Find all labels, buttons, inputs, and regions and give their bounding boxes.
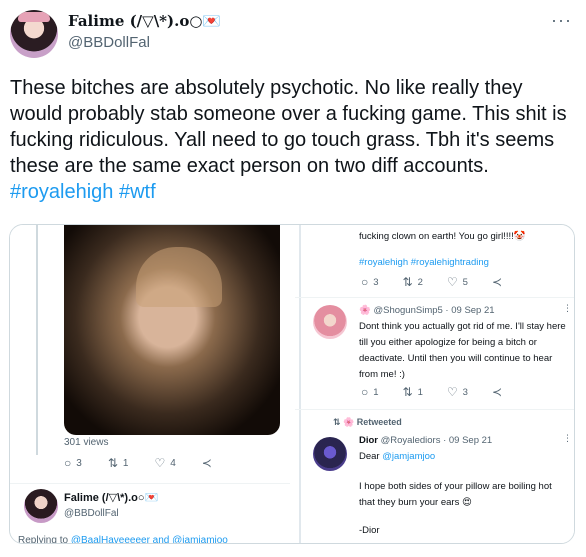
reply2-signature: -Dior	[359, 525, 380, 536]
reply2-meta: @Royalediors · 09 Sep 21	[378, 435, 493, 446]
retweet-icon: ⇅	[402, 385, 413, 399]
share-stat: ≺	[492, 385, 507, 399]
more-options-icon: ⋮	[563, 433, 572, 443]
reply-icon: ○	[361, 385, 369, 399]
reply2-dear: Dear @jamjamjoo	[359, 449, 435, 465]
retweet-icon: ⇅	[107, 456, 118, 470]
tweet-text: These bitches are absolutely psychotic. …	[10, 77, 567, 177]
like-stat: ♡ 4	[154, 456, 175, 470]
hashtag-royalehigh[interactable]: #royalehigh	[10, 181, 113, 203]
replying-to: Replying to @BaalHaveeeeer and @jamjamjo…	[18, 535, 228, 544]
reply-handle: @BBDollFal	[64, 508, 119, 519]
reply1-text: Dont think you actually got rid of me. I…	[359, 321, 566, 380]
more-options-icon[interactable]: ···	[551, 10, 572, 31]
retweet-stat: ⇅ 2	[403, 275, 423, 289]
like-stat: ♡ 3	[447, 385, 468, 399]
author-handle[interactable]: @BBDollFal	[68, 34, 150, 51]
thread-line	[36, 225, 38, 455]
more-options-icon: ⋮	[563, 303, 572, 313]
retweet-icon: ⇅	[402, 275, 413, 289]
reply-icon: ○	[361, 275, 369, 289]
left-stats: ○ 3 ⇅ 1 ♡ 4 ≺	[64, 455, 243, 471]
retweet-count: 1	[122, 457, 129, 469]
reply2-name-line: Dior @Royalediors · 09 Sep 21	[359, 435, 492, 446]
heart-icon: ♡	[446, 385, 458, 399]
heart-icon: ♡	[446, 275, 458, 289]
like-stat: ♡ 5	[447, 275, 468, 289]
left-screenshot: 301 views ○ 3 ⇅ 1 ♡ 4 ≺ Falime (/▽\*).o○💌 @…	[10, 225, 290, 544]
like-count: 4	[170, 457, 176, 469]
reply-count: 1	[373, 386, 379, 398]
reply2-body: I hope both sides of your pillow are boi…	[359, 481, 552, 508]
video-thumbnail	[64, 225, 280, 435]
right-screenshot: fucking clown on earth! You go girl!!!!🤡…	[293, 225, 574, 543]
top-tweet-tags: #royalehigh #royalehightrading	[359, 257, 489, 268]
reply1-name: 🌸 @ShogunSimp5 · 09 Sep 21	[359, 305, 495, 316]
divider	[295, 297, 574, 298]
top-tweet-text: fucking clown on earth! You go girl!!!!🤡	[359, 231, 526, 242]
thread-line-right	[299, 225, 301, 543]
reply-stat: ○ 1	[361, 385, 379, 399]
share-icon: ≺	[201, 456, 212, 470]
like-count: 5	[462, 276, 468, 288]
tweet-body: These bitches are absolutely psychotic. …	[10, 75, 576, 205]
reply-stat: ○ 3	[64, 456, 82, 470]
reply-count: 3	[76, 457, 82, 469]
retweet-count: 2	[417, 276, 423, 288]
reply-icon: ○	[64, 456, 72, 470]
reply2-avatar	[313, 437, 347, 471]
reply-avatar	[24, 489, 58, 523]
retweet-icon: ⇅	[333, 417, 344, 427]
retweet-stat: ⇅ 1	[403, 385, 423, 399]
author-display-name[interactable]: Falime (/▽\*).o○💌	[68, 12, 221, 30]
like-count: 3	[462, 386, 468, 398]
share-stat: ≺	[202, 456, 217, 470]
share-icon: ≺	[491, 275, 503, 289]
reply2-name: Dior	[359, 435, 378, 446]
reply1-avatar	[313, 305, 347, 339]
attached-image[interactable]: 301 views ○ 3 ⇅ 1 ♡ 4 ≺ Falime (/▽\*).o○💌 @…	[9, 224, 575, 544]
view-count: 301 views	[64, 437, 109, 448]
dear-text: Dear	[359, 451, 383, 462]
retweeted-text: 🌸 Retweeted	[343, 417, 402, 427]
hashtag-wtf[interactable]: #wtf	[119, 181, 156, 203]
reply-stat: ○ 3	[361, 275, 379, 289]
heart-icon: ♡	[154, 456, 166, 470]
author-avatar[interactable]	[10, 10, 58, 58]
share-stat: ≺	[492, 275, 507, 289]
top-tweet-stats: ○ 3 ⇅ 2 ♡ 5 ≺	[361, 275, 531, 289]
divider	[295, 409, 574, 410]
reply1-stats: ○ 1 ⇅ 1 ♡ 3 ≺	[361, 385, 531, 399]
retweet-count: 1	[417, 386, 423, 398]
retweeted-label: ⇅ 🌸 Retweeted	[333, 417, 402, 428]
dear-handle: @jamjamjoo	[382, 451, 436, 462]
retweet-stat: ⇅ 1	[108, 456, 129, 470]
tweet-header: Falime (/▽\*).o○💌 @BBDollFal ···	[0, 0, 586, 68]
reply-display-name: Falime (/▽\*).o○💌	[64, 492, 159, 504]
replying-to-handles: @BaalHaveeeeer and @jamjamjoo	[70, 535, 228, 544]
share-icon: ≺	[491, 385, 503, 399]
reply-count: 3	[373, 276, 379, 288]
replying-prefix: Replying to	[18, 535, 71, 544]
divider	[10, 483, 290, 484]
